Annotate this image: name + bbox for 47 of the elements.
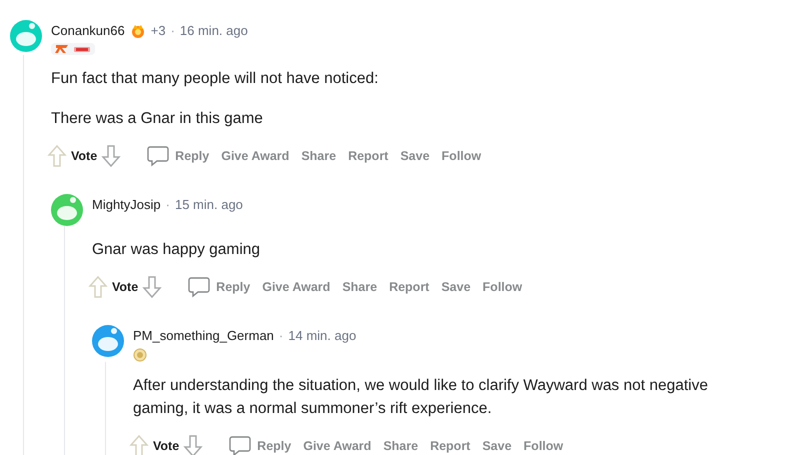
timestamp: 14 min. ago — [288, 328, 356, 344]
author-link[interactable]: Conankun66 — [51, 23, 125, 39]
logo-icon — [73, 45, 91, 53]
author-link[interactable]: MightyJosip — [92, 197, 161, 213]
separator-dot: · — [170, 23, 175, 39]
vote-label: Vote — [71, 148, 98, 165]
comment-text: There was a Gnar in this game — [51, 109, 264, 129]
separator-dot: · — [278, 328, 284, 344]
downvote-icon[interactable] — [101, 144, 122, 168]
action-button[interactable]: Share — [338, 278, 382, 296]
award-icon — [130, 23, 146, 39]
action-button[interactable]: Follow — [478, 278, 526, 296]
action-button[interactable]: Report — [426, 436, 474, 455]
comment-text: After understanding the situation, we would like to clarify Wayward was not negative gaming, it was a normal summoner’s rift experience. — [133, 376, 709, 419]
upvote-icon[interactable] — [129, 434, 149, 455]
action-button[interactable]: Report — [344, 146, 392, 166]
comment-text: Fun fact that many people will not have noticed: — [51, 69, 380, 89]
action-button[interactable]: Save — [396, 146, 434, 166]
comment-icon — [188, 276, 210, 298]
upvote-icon[interactable] — [47, 144, 67, 168]
reply-button[interactable]: Reply — [143, 145, 214, 167]
action-button[interactable]: Save — [478, 436, 516, 455]
author-link[interactable]: PM_something_German — [133, 328, 274, 344]
reply-button[interactable]: Reply — [184, 276, 254, 298]
vote-label: Vote — [153, 438, 180, 455]
downvote-icon[interactable] — [142, 275, 162, 299]
reply-button[interactable]: Reply — [225, 435, 296, 455]
upvote-icon[interactable] — [88, 275, 108, 299]
comment-icon — [229, 435, 252, 455]
action-button[interactable]: Give Award — [299, 436, 376, 455]
comment-icon — [147, 145, 170, 167]
action-button[interactable]: Give Award — [217, 146, 294, 166]
action-button[interactable]: Give Award — [258, 278, 334, 296]
action-button[interactable]: Share — [379, 436, 422, 455]
timestamp: 16 min. ago — [180, 23, 248, 39]
action-button[interactable]: Save — [437, 278, 475, 296]
action-button[interactable]: Share — [297, 146, 340, 166]
action-button[interactable]: Follow — [438, 146, 486, 166]
comment-text: Gnar was happy gaming — [92, 240, 262, 260]
logo-icon — [55, 44, 69, 54]
separator-dot: · — [166, 197, 170, 213]
award-count: +3 — [150, 23, 166, 39]
vote-label: Vote — [112, 278, 138, 296]
timestamp: 15 min. ago — [174, 197, 243, 213]
action-button[interactable]: Report — [385, 278, 434, 296]
action-button[interactable]: Follow — [520, 436, 568, 455]
downvote-icon[interactable] — [183, 434, 204, 455]
